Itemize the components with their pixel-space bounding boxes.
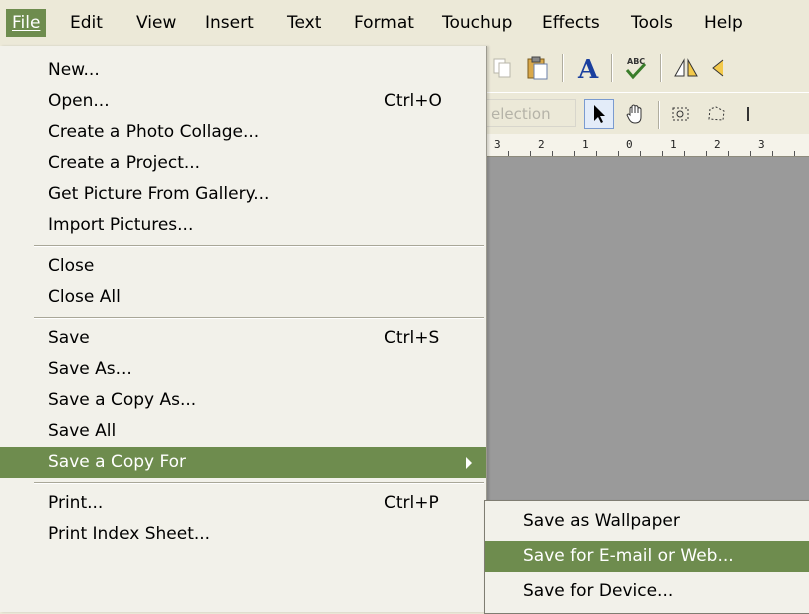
ruler-label: 2 — [714, 138, 721, 151]
rectangle-select-icon[interactable] — [666, 99, 696, 129]
text-tool-icon[interactable]: A — [572, 52, 604, 84]
menu-item-save-a-copy-as[interactable]: Save a Copy As... — [0, 385, 486, 416]
menu-separator — [34, 317, 484, 319]
menu-item-new[interactable]: New... — [0, 55, 486, 86]
ruler-label: 3 — [758, 138, 765, 151]
menu-item-label: Save a Copy As... — [48, 390, 197, 410]
menu-item-shortcut: Ctrl+S — [384, 328, 440, 348]
submenu-item-label: Save as Wallpaper — [523, 511, 680, 531]
menu-view[interactable]: View — [130, 9, 182, 37]
ruler-tick — [728, 151, 729, 156]
menu-item-label: Save a Copy For — [48, 452, 187, 472]
menu-separator — [34, 482, 484, 484]
menu-item-label: Create a Project... — [48, 153, 201, 173]
menu-item-close-all[interactable]: Close All — [0, 282, 486, 313]
ruler-label: 0 — [626, 138, 633, 151]
rotate-icon[interactable] — [708, 52, 738, 84]
menu-help[interactable]: Help — [698, 9, 749, 37]
file-menu-dropdown: New... Open... Ctrl+O Create a Photo Col… — [0, 46, 487, 612]
menu-item-label: Get Picture From Gallery... — [48, 184, 270, 204]
menu-touchup[interactable]: Touchup — [436, 9, 518, 37]
ruler-tick — [530, 151, 531, 156]
ruler-tick — [662, 151, 663, 156]
ruler-tick — [618, 151, 619, 156]
ruler-tick — [750, 151, 751, 156]
menu-edit[interactable]: Edit — [64, 9, 109, 37]
menu-effects[interactable]: Effects — [536, 9, 606, 37]
flip-icon[interactable] — [670, 52, 702, 84]
menu-item-save[interactable]: Save Ctrl+S — [0, 323, 486, 354]
pointer-tool-icon[interactable] — [584, 99, 614, 129]
menu-separator — [34, 245, 484, 247]
ruler-label: 1 — [670, 138, 677, 151]
ruler-label: 1 — [582, 138, 589, 151]
menu-item-label: Import Pictures... — [48, 215, 194, 235]
menu-item-import-pictures[interactable]: Import Pictures... — [0, 210, 486, 241]
menu-item-shortcut: Ctrl+O — [384, 91, 442, 111]
ruler-tick — [574, 151, 575, 156]
ruler-tick — [508, 151, 509, 156]
submenu-item-label: Save for E-mail or Web... — [523, 546, 734, 566]
menu-item-close[interactable]: Close — [0, 251, 486, 282]
ruler-tick — [794, 151, 795, 156]
ruler-tick — [640, 151, 641, 156]
standard-toolbar: A ABC — [484, 46, 809, 90]
selection-toolbar: election — [484, 92, 809, 135]
menu-item-label: Print Index Sheet... — [48, 524, 211, 544]
selection-dropdown[interactable]: election — [484, 99, 576, 127]
ruler-tick — [596, 151, 597, 156]
menu-item-open[interactable]: Open... Ctrl+O — [0, 86, 486, 117]
svg-text:A: A — [577, 55, 599, 82]
pan-hand-icon[interactable] — [620, 99, 650, 129]
menu-item-get-picture-from-gallery[interactable]: Get Picture From Gallery... — [0, 179, 486, 210]
submenu-item-save-for-device[interactable]: Save for Device... — [485, 576, 809, 607]
submenu-item-label: Save for Device... — [523, 581, 674, 601]
menu-item-label: Save — [48, 328, 90, 348]
menu-item-save-all[interactable]: Save All — [0, 416, 486, 447]
ruler-tick — [772, 151, 773, 156]
menu-item-label: Print... — [48, 493, 104, 513]
menu-file[interactable]: File — [6, 9, 47, 37]
menu-item-label: Save All — [48, 421, 117, 441]
copy-icon[interactable] — [488, 54, 516, 82]
ruler-label: 2 — [538, 138, 545, 151]
freeform-select-icon[interactable] — [702, 99, 732, 129]
menu-file-mnemonic: File — [12, 13, 41, 33]
menu-bar: File Edit View Insert Text Format Touchu… — [0, 0, 809, 47]
spell-check-icon[interactable]: ABC — [619, 52, 651, 84]
menu-item-save-a-copy-for[interactable]: Save a Copy For — [0, 447, 486, 478]
horizontal-ruler: 3 2 1 0 1 2 3 — [484, 134, 809, 157]
lasso-icon[interactable] — [738, 99, 768, 129]
menu-item-label: Open... — [48, 91, 110, 111]
menu-text[interactable]: Text — [281, 9, 327, 37]
menu-item-create-project[interactable]: Create a Project... — [0, 148, 486, 179]
menu-item-print[interactable]: Print... Ctrl+P — [0, 488, 486, 519]
toolbar-separator — [611, 54, 613, 82]
paste-icon[interactable] — [524, 54, 552, 82]
menu-item-create-photo-collage[interactable]: Create a Photo Collage... — [0, 117, 486, 148]
menu-item-label: Close All — [48, 287, 121, 307]
submenu-arrow-icon — [466, 457, 472, 469]
menu-tools[interactable]: Tools — [625, 9, 679, 37]
ruler-tick — [684, 151, 685, 156]
menu-item-save-as[interactable]: Save As... — [0, 354, 486, 385]
menu-item-label: Create a Photo Collage... — [48, 122, 260, 142]
menu-insert[interactable]: Insert — [199, 9, 260, 37]
toolbar-separator — [660, 54, 662, 82]
menu-item-shortcut: Ctrl+P — [384, 493, 439, 513]
submenu-item-save-for-email-or-web[interactable]: Save for E-mail or Web... — [485, 541, 809, 572]
menu-format[interactable]: Format — [348, 9, 420, 37]
toolbar-separator — [562, 54, 564, 82]
submenu-item-save-as-wallpaper[interactable]: Save as Wallpaper — [485, 506, 809, 537]
ruler-label: 3 — [494, 138, 501, 151]
ruler-tick — [706, 151, 707, 156]
toolbar-separator — [658, 101, 660, 129]
menu-item-print-index-sheet[interactable]: Print Index Sheet... — [0, 519, 486, 550]
ruler-tick — [552, 151, 553, 156]
save-a-copy-for-submenu: Save as Wallpaper Save for E-mail or Web… — [484, 500, 809, 614]
menu-item-label: New... — [48, 60, 100, 80]
menu-item-label: Save As... — [48, 359, 132, 379]
menu-item-label: Close — [48, 256, 95, 276]
